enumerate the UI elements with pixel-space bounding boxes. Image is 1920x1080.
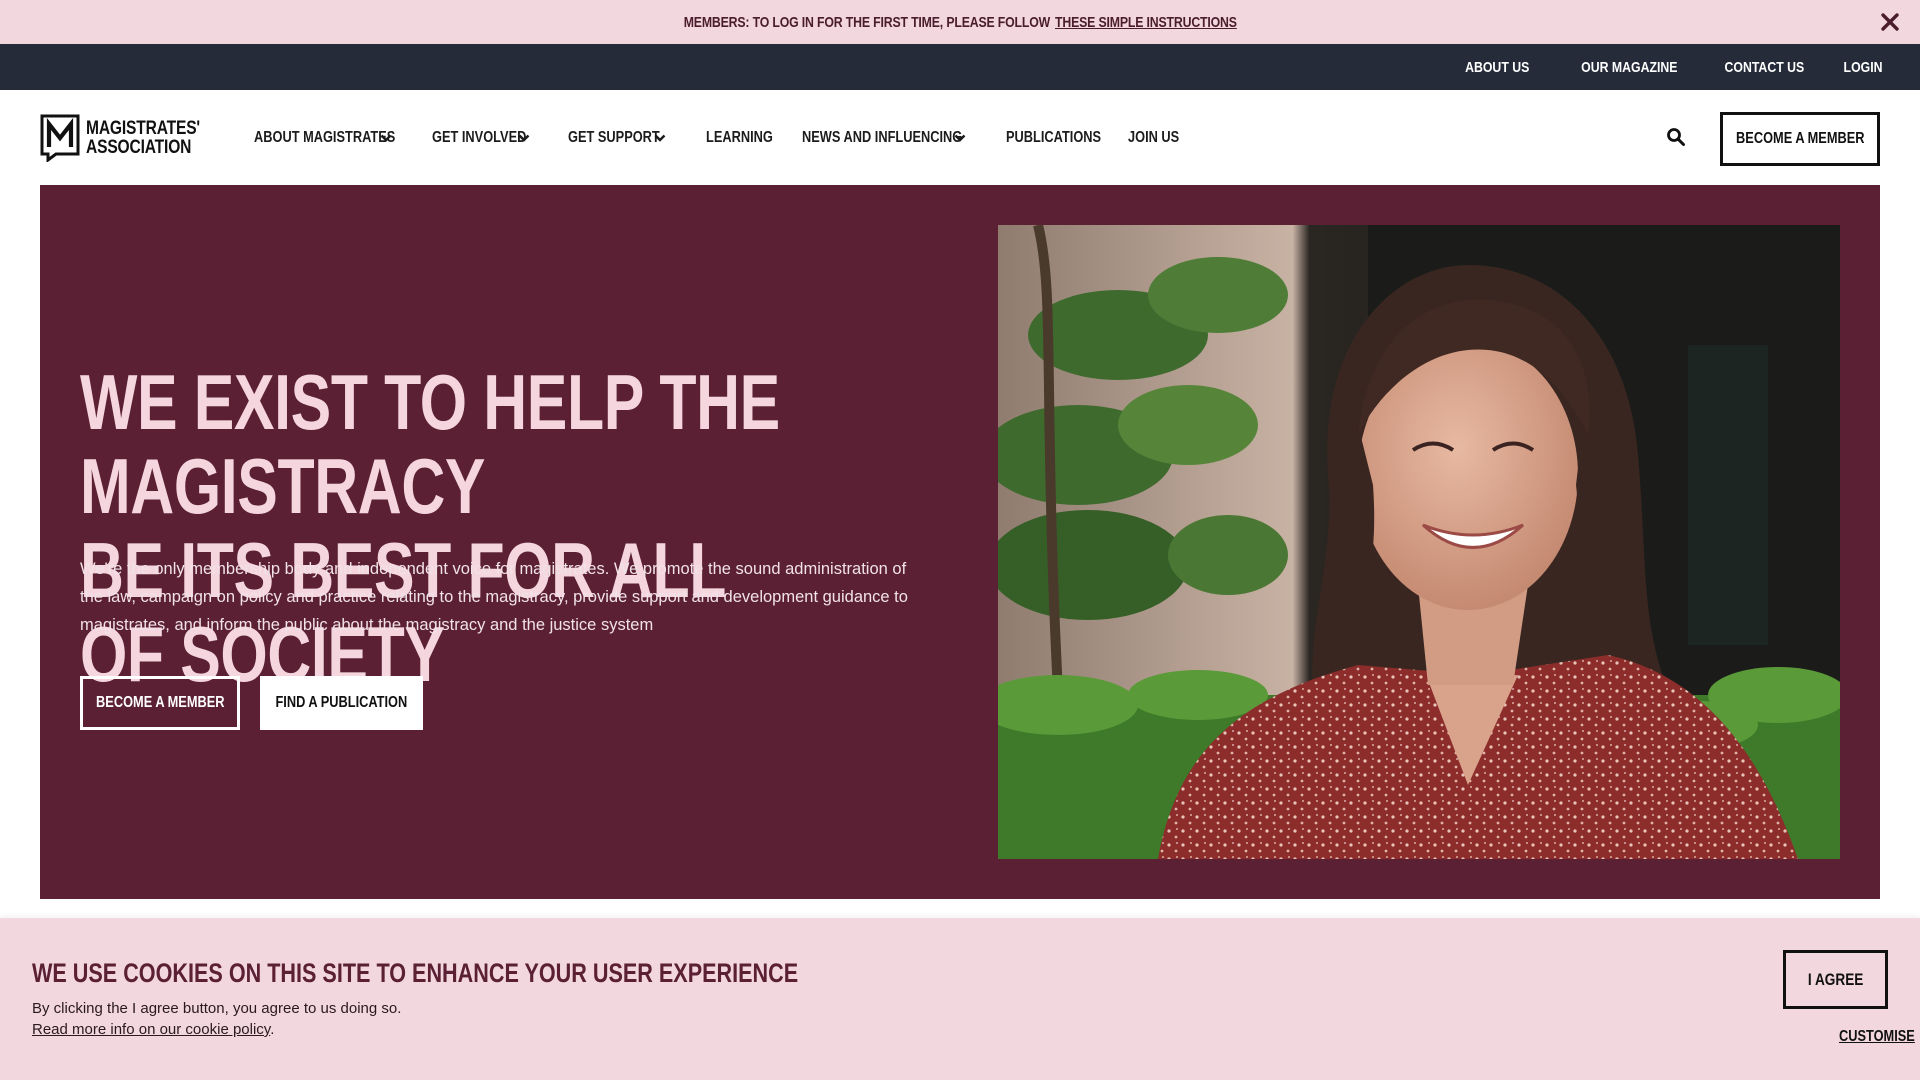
utility-link-login[interactable]: LOGIN (1843, 59, 1882, 76)
nav-item-about-magistrates[interactable]: ABOUT MAGISTRATES (254, 128, 396, 147)
hero-photo (998, 225, 1840, 859)
announcement-bar: MEMBERS: TO LOG IN FOR THE FIRST TIME, P… (0, 0, 1920, 44)
nav-item-publications[interactable]: PUBLICATIONS (1006, 129, 1104, 147)
site-header: MAGISTRATES' ASSOCIATION ABOUT MAGISTRAT… (0, 90, 1920, 185)
instructions-link[interactable]: THESE SIMPLE INSTRUCTIONS (1055, 14, 1237, 31)
agree-button[interactable]: I AGREE (1783, 950, 1888, 1009)
nav-item-join-us[interactable]: JOIN US (1128, 129, 1188, 147)
find-publication-button[interactable]: FIND A PUBLICATION (260, 676, 423, 730)
announcement-message: MEMBERS: TO LOG IN FOR THE FIRST TIME, P… (683, 13, 1050, 31)
cookie-title: WE USE COOKIES ON THIS SITE TO ENHANCE Y… (32, 958, 799, 988)
nav-label: PUBLICATIONS (1006, 128, 1102, 146)
cookie-policy-line: Read more info on our cookie policy. (32, 1021, 274, 1038)
agree-label: I AGREE (1807, 969, 1864, 989)
become-member-button[interactable]: BECOME A MEMBER (80, 676, 240, 730)
customise-link[interactable]: CUSTOMISE (1839, 1028, 1915, 1046)
nav-item-learning[interactable]: LEARNING (706, 128, 773, 147)
cookie-banner: WE USE COOKIES ON THIS SITE TO ENHANCE Y… (0, 918, 1920, 1080)
nav-label: JOIN US (1128, 128, 1180, 146)
become-member-label: BECOME A MEMBER (95, 694, 225, 711)
become-member-header-button[interactable]: BECOME A MEMBER (1720, 112, 1880, 166)
nav-item-get-support[interactable]: GET SUPPORT (568, 129, 666, 147)
site-logo[interactable]: MAGISTRATES' ASSOCIATION (40, 114, 225, 162)
nav-label: ABOUT MAGISTRATES (254, 128, 396, 146)
nav-label: NEWS AND INFLUENCING (802, 128, 963, 146)
nav-item-news-and-influencing[interactable]: NEWS AND INFLUENCING (802, 129, 966, 147)
nav-label: LEARNING (706, 128, 773, 146)
hero-section: WE EXIST TO HELP THE MAGISTRACY BE ITS B… (40, 185, 1880, 899)
utility-link-contact-us[interactable]: CONTACT US (1725, 59, 1805, 76)
announcement-text: MEMBERS: TO LOG IN FOR THE FIRST TIME, P… (683, 14, 1236, 31)
utility-link-about-us[interactable]: ABOUT US (1466, 59, 1530, 76)
hero-photo-illustration (998, 225, 1840, 859)
logo-text: MAGISTRATES' ASSOCIATION (86, 119, 200, 157)
logo-line-1: MAGISTRATES' (86, 118, 200, 139)
close-icon[interactable] (1878, 10, 1902, 34)
hero-description: We're the only membership body and indep… (80, 560, 908, 634)
cookie-policy-suffix: . (270, 1021, 275, 1038)
become-member-header-label: BECOME A MEMBER (1735, 130, 1865, 147)
logo-mark-icon (40, 114, 80, 162)
logo-line-2: ASSOCIATION (86, 137, 192, 158)
nav-label: GET SUPPORT (568, 128, 660, 146)
find-publication-label: FIND A PUBLICATION (275, 694, 408, 711)
cookie-text: By clicking the I agree button, you agre… (32, 1000, 402, 1017)
nav-label: GET INVOLVED (432, 128, 527, 146)
utility-link-our-magazine[interactable]: OUR MAGAZINE (1581, 59, 1677, 76)
nav-item-get-involved[interactable]: GET INVOLVED (432, 129, 530, 147)
cookie-policy-link[interactable]: Read more info on our cookie policy (32, 1021, 270, 1038)
hero-title-line-1: WE EXIST TO HELP THE MAGISTRACY (80, 358, 780, 530)
utility-nav: ABOUT US OUR MAGAZINE CONTACT US LOGIN (0, 44, 1920, 90)
hero-title: WE EXIST TO HELP THE MAGISTRACY BE ITS B… (80, 360, 782, 696)
search-icon[interactable] (1666, 127, 1686, 147)
main-nav: ABOUT MAGISTRATES GET INVOLVED GET SUPPO… (254, 90, 1228, 185)
